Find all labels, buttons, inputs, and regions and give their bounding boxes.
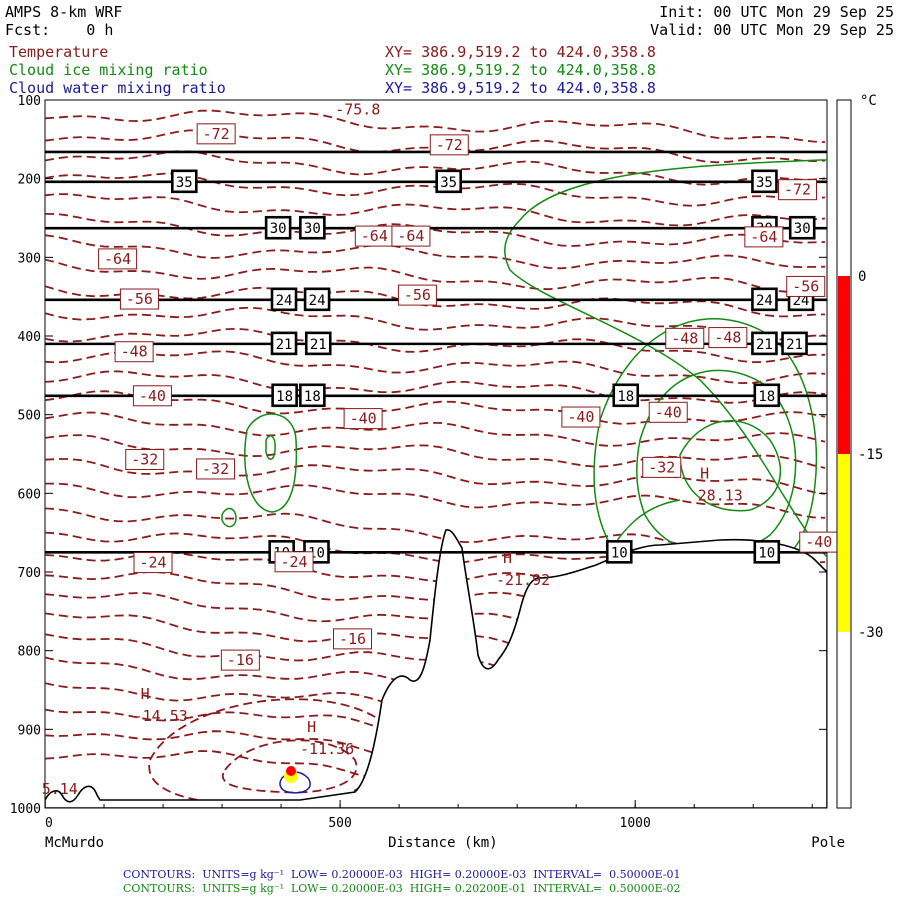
y-tick-label: 500: [18, 409, 41, 424]
footer-cloud-water-contours: CONTOURS: UNITS=g kg⁻¹ LOW= 0.20000E-03 …: [123, 868, 681, 881]
temperature-label: -32: [202, 460, 229, 478]
temperature-label: -72: [436, 136, 463, 154]
level-label: 30: [270, 221, 287, 237]
high-marker: H: [503, 549, 512, 567]
y-tick-label: 900: [18, 723, 41, 738]
level-label: 21: [786, 337, 803, 353]
level-label: 21: [756, 337, 773, 353]
end-location-label: Pole: [811, 835, 845, 851]
temperature-label: -24: [281, 553, 308, 571]
temperature-label: -40: [350, 410, 377, 428]
temperature-label: -64: [104, 250, 131, 268]
footer-cloud-ice-contours: CONTOURS: UNITS=g kg⁻¹ LOW= 0.20000E-03 …: [123, 882, 681, 895]
temperature-label: -64: [397, 227, 424, 245]
cross-section-chart: 3535353030303024242424212121211818181810…: [10, 93, 884, 851]
y-tick-label: 800: [18, 645, 41, 660]
amps-cross-section: AMPS 8-km WRF Fcst: 0 h Init: 00 UTC Mon…: [0, 0, 900, 900]
temperature-label: -16: [339, 630, 366, 648]
temperature-label: -48: [714, 329, 741, 347]
level-label: 35: [440, 175, 457, 191]
level-label: 18: [304, 389, 321, 405]
temperature-label: -56: [404, 286, 431, 304]
high-value: -21.92: [496, 571, 550, 589]
temperature-label: -48: [121, 343, 148, 361]
temperature-label: -24: [139, 554, 166, 572]
y-tick-label: 200: [18, 173, 41, 188]
high-marker: H: [141, 685, 150, 703]
high-value: 28.13: [698, 487, 743, 505]
temperature-label: -40: [139, 387, 166, 405]
level-label: 35: [176, 175, 193, 191]
temperature-label: -16: [227, 651, 254, 669]
temperature-label: -56: [126, 290, 153, 308]
temperature-label: -64: [750, 228, 777, 246]
level-label: 21: [310, 337, 327, 353]
start-location-label: McMurdo: [45, 835, 104, 851]
temperature-label: -56: [792, 277, 819, 295]
temperature-label: -75.8: [335, 100, 380, 118]
high-marker: H: [700, 465, 709, 483]
level-label: 24: [756, 293, 773, 309]
temperature-label: 5.14: [42, 780, 78, 798]
x-tick-label: 0: [45, 816, 53, 831]
temperature-label: -32: [131, 451, 158, 469]
temperature-label: -72: [784, 181, 811, 199]
level-label: 10: [611, 545, 628, 561]
high-marker: H: [307, 718, 316, 736]
high-value: -11.36: [300, 740, 354, 758]
x-tick-label: 1000: [620, 816, 651, 831]
level-label: 24: [276, 293, 293, 309]
level-label: 24: [309, 293, 326, 309]
x-tick-label: 500: [328, 816, 351, 831]
temperature-label: -64: [361, 227, 388, 245]
colorbar-band: [838, 276, 850, 454]
colorbar-band: [838, 454, 850, 632]
y-tick-label: 100: [18, 94, 41, 109]
y-tick-label: 600: [18, 487, 41, 502]
y-tick-label: 700: [18, 566, 41, 581]
colorbar-unit: °C: [860, 93, 877, 109]
temperature-label: -48: [671, 329, 698, 347]
level-label: 10: [758, 545, 775, 561]
x-axis-label: Distance (km): [388, 835, 498, 851]
high-value: -14.53: [134, 707, 188, 725]
level-label: 30: [304, 221, 321, 237]
colorbar-tick-label: 0: [858, 269, 866, 285]
level-label: 18: [276, 389, 293, 405]
temperature-label: -72: [203, 125, 230, 143]
temperature-label: -40: [805, 533, 832, 551]
level-label: 18: [617, 389, 634, 405]
temperature-label: -40: [655, 403, 682, 421]
y-tick-label: 1000: [10, 802, 41, 817]
shaded-temperature-band: [286, 766, 296, 776]
level-label: 21: [276, 337, 293, 353]
level-label: 18: [758, 389, 775, 405]
colorbar-tick-label: -30: [858, 625, 883, 641]
temperature-label: -32: [648, 458, 675, 476]
level-label: 30: [794, 221, 811, 237]
colorbar-tick-label: -15: [858, 447, 883, 463]
y-tick-label: 300: [18, 251, 41, 266]
temperature-label: -40: [567, 408, 594, 426]
level-label: 35: [756, 175, 773, 191]
y-tick-label: 400: [18, 330, 41, 345]
